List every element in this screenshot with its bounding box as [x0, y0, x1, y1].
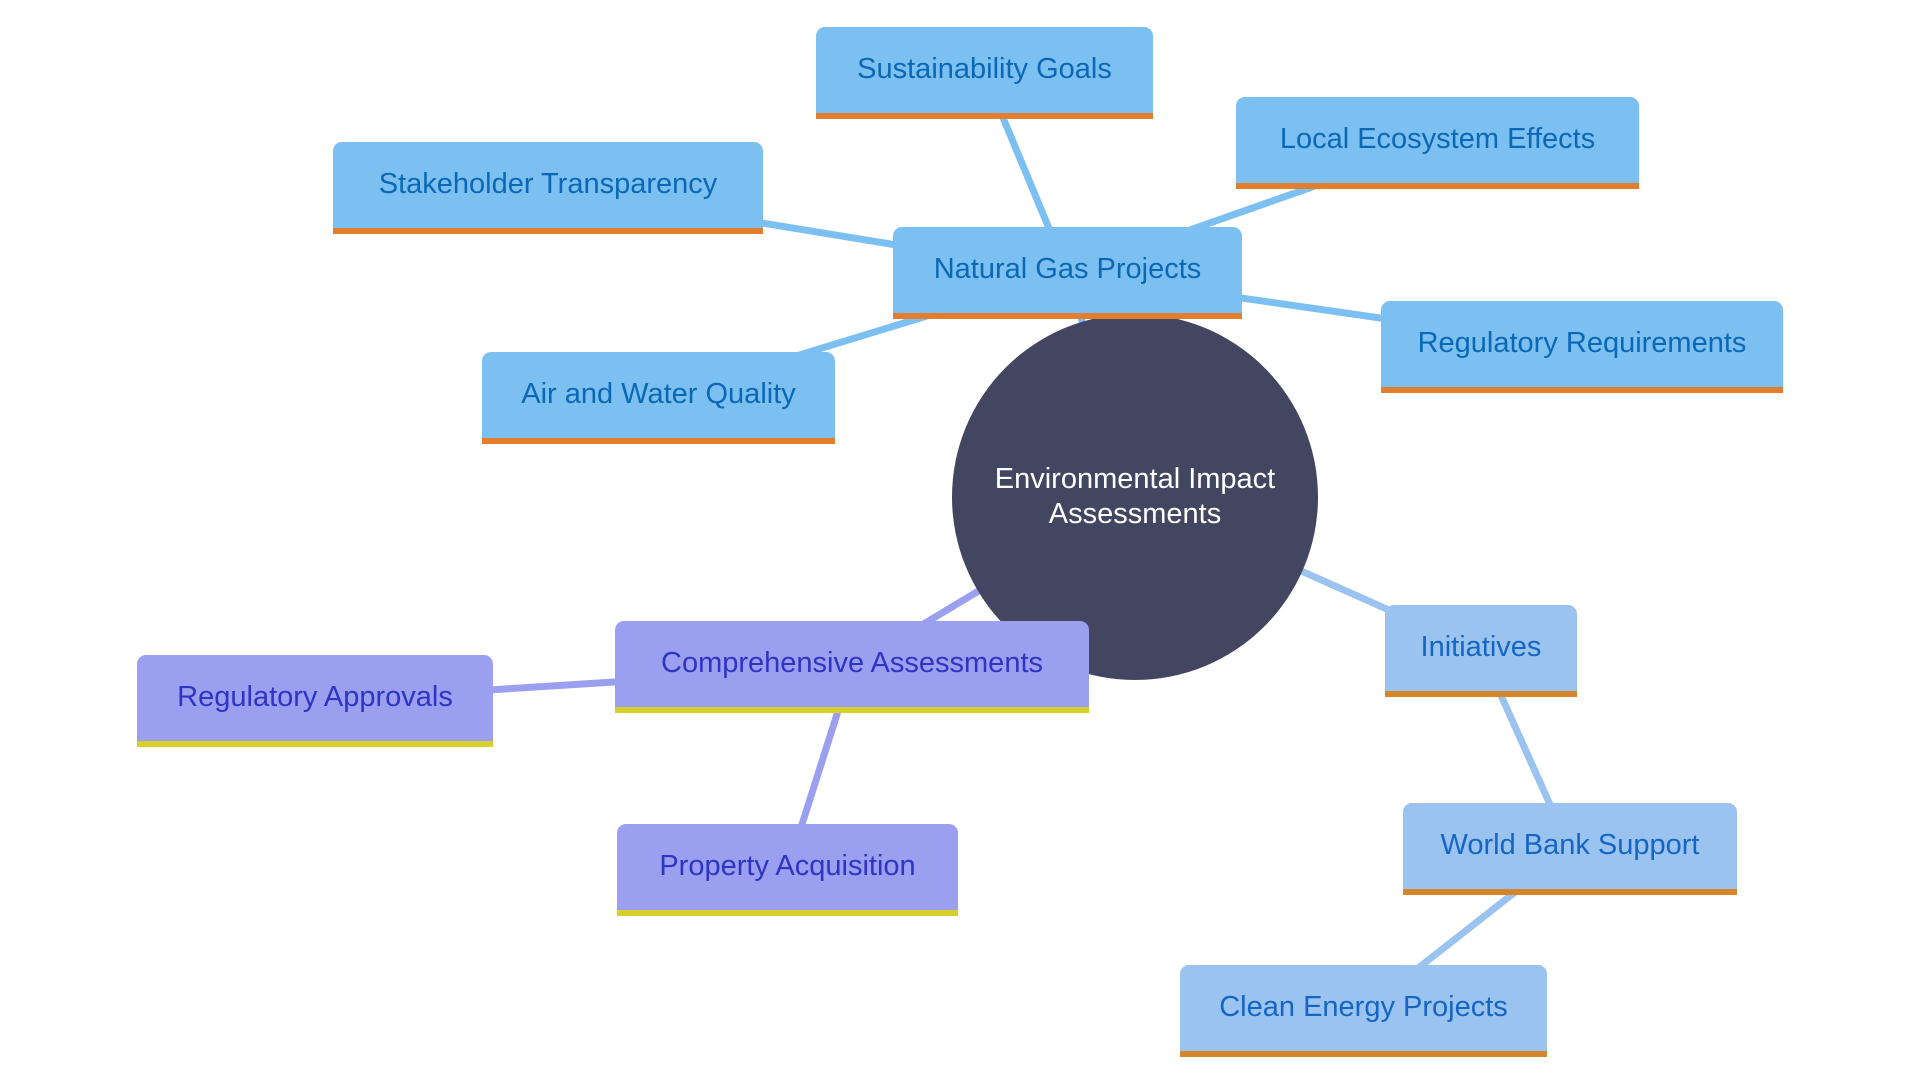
node-label: Air and Water Quality [521, 377, 796, 410]
node-regulatory-approvals[interactable]: Regulatory Approvals [137, 655, 493, 747]
node-comprehensive-assessments[interactable]: Comprehensive Assessments [615, 621, 1089, 713]
root-label-line-1: Environmental Impact [994, 463, 1276, 495]
node-label: Clean Energy Projects [1219, 990, 1508, 1023]
node-clean-energy-projects[interactable]: Clean Energy Projects [1180, 965, 1547, 1057]
root-node-label: Environmental Impact Assessments [995, 462, 1275, 532]
node-stakeholder-transparency[interactable]: Stakeholder Transparency [333, 142, 763, 234]
node-label: Regulatory Requirements [1417, 326, 1747, 359]
node-label: Sustainability Goals [857, 52, 1112, 85]
node-initiatives[interactable]: Initiatives [1385, 605, 1577, 697]
root-label-line-2: Assessments [1048, 498, 1222, 530]
mindmap-canvas: Environmental Impact Assessments Natural… [0, 0, 1920, 1080]
node-sustainability-goals[interactable]: Sustainability Goals [816, 27, 1153, 119]
node-local-ecosystem-effects[interactable]: Local Ecosystem Effects [1236, 97, 1639, 189]
node-regulatory-requirements[interactable]: Regulatory Requirements [1381, 301, 1783, 393]
node-world-bank-support[interactable]: World Bank Support [1403, 803, 1737, 895]
node-label: Initiatives [1420, 630, 1542, 663]
node-natural-gas-projects[interactable]: Natural Gas Projects [893, 227, 1242, 319]
node-label: Regulatory Approvals [177, 680, 453, 713]
node-label: Natural Gas Projects [933, 252, 1202, 285]
node-label: Property Acquisition [659, 849, 916, 882]
node-label: Local Ecosystem Effects [1279, 122, 1596, 155]
node-label: World Bank Support [1440, 828, 1700, 861]
node-air-and-water-quality[interactable]: Air and Water Quality [482, 352, 835, 444]
node-property-acquisition[interactable]: Property Acquisition [617, 824, 958, 916]
node-label: Stakeholder Transparency [378, 167, 718, 200]
node-label: Comprehensive Assessments [661, 646, 1043, 679]
